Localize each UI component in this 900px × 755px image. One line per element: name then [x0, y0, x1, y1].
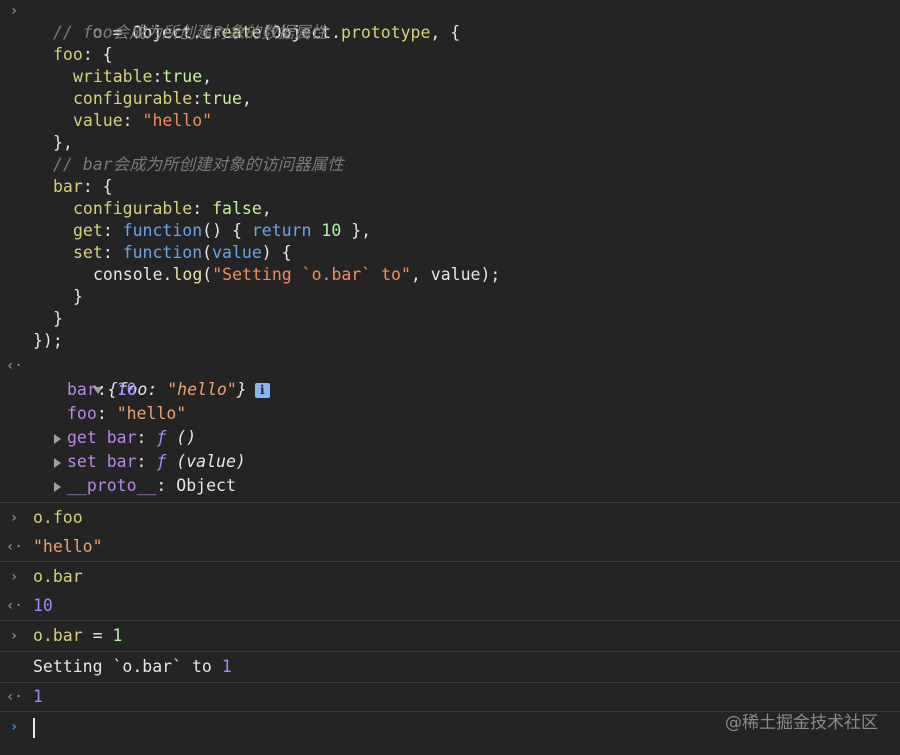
chevron-right-icon: › [9, 569, 19, 585]
code-line: writable:true, [73, 67, 213, 86]
triangle-right-icon[interactable] [54, 457, 61, 468]
code-comment: // foo会成为所创建对象的数据属性 [53, 23, 328, 42]
text-caret[interactable] [33, 717, 35, 738]
return-arrow-icon: ‹· [6, 689, 23, 705]
console-entry: › o.bar ‹· 10 [0, 562, 900, 621]
code-line: bar: { [53, 177, 113, 196]
console-output-line: ‹· 1 [0, 683, 900, 711]
code-line: } [53, 309, 63, 328]
console-output-line: ‹· "hello" [0, 533, 900, 561]
console-output-line: ‹· 10 [0, 592, 900, 620]
chevron-right-icon: › [9, 719, 19, 735]
console-log-line: Setting `o.bar` to 1 [33, 657, 232, 676]
code-line: set: function(value) { [73, 243, 292, 262]
console-entry: › o.foo ‹· "hello" [0, 503, 900, 562]
code-line: value: "hello" [73, 111, 213, 130]
code-line: configurable:true, [73, 89, 252, 108]
code-line: }); [33, 331, 63, 350]
console-entry-code: › o = Object.create(Object.prototype, { /… [0, 0, 900, 503]
code-comment: // bar会成为所创建对象的访问器属性 [53, 155, 344, 174]
console-input-line: › o.foo [0, 503, 900, 533]
console-log-entry: Setting `o.bar` to 1 [0, 652, 900, 683]
object-summary[interactable]: ‹· {foo: "hello"} i [0, 354, 900, 399]
chevron-right-icon: › [9, 3, 19, 19]
console-entry: › o.bar = 1 [0, 621, 900, 652]
code-line: get: function() { return 10 }, [73, 221, 372, 240]
chevron-right-icon: › [9, 510, 19, 526]
chevron-right-icon: › [9, 628, 19, 644]
return-arrow-icon: ‹· [6, 358, 23, 374]
code-line: }, [53, 133, 73, 152]
console-input-line: › o.bar [0, 562, 900, 592]
object-property-getter[interactable]: get bar: ƒ () [0, 426, 900, 450]
code-line: } [73, 287, 83, 306]
code-line: configurable: false, [73, 199, 272, 218]
console-input-line: › o.bar = 1 [0, 621, 900, 651]
triangle-right-icon[interactable] [54, 481, 61, 492]
object-property-foo: foo: "hello" [67, 404, 187, 423]
object-property-setter[interactable]: set bar: ƒ (value) [0, 450, 900, 474]
object-property-bar: bar: 10 [67, 380, 137, 399]
return-arrow-icon: ‹· [6, 598, 23, 614]
code-line: › o = Object.create(Object.prototype, { [0, 0, 900, 42]
triangle-right-icon[interactable] [54, 433, 61, 444]
watermark: @稀土掘金技术社区 [725, 713, 878, 733]
code-line: console.log("Setting `o.bar` to", value)… [93, 265, 501, 284]
devtools-console: › o = Object.create(Object.prototype, { /… [0, 0, 900, 755]
code-line: foo: { [53, 45, 113, 64]
return-arrow-icon: ‹· [6, 539, 23, 555]
object-property-proto[interactable]: __proto__: Object [0, 474, 900, 498]
